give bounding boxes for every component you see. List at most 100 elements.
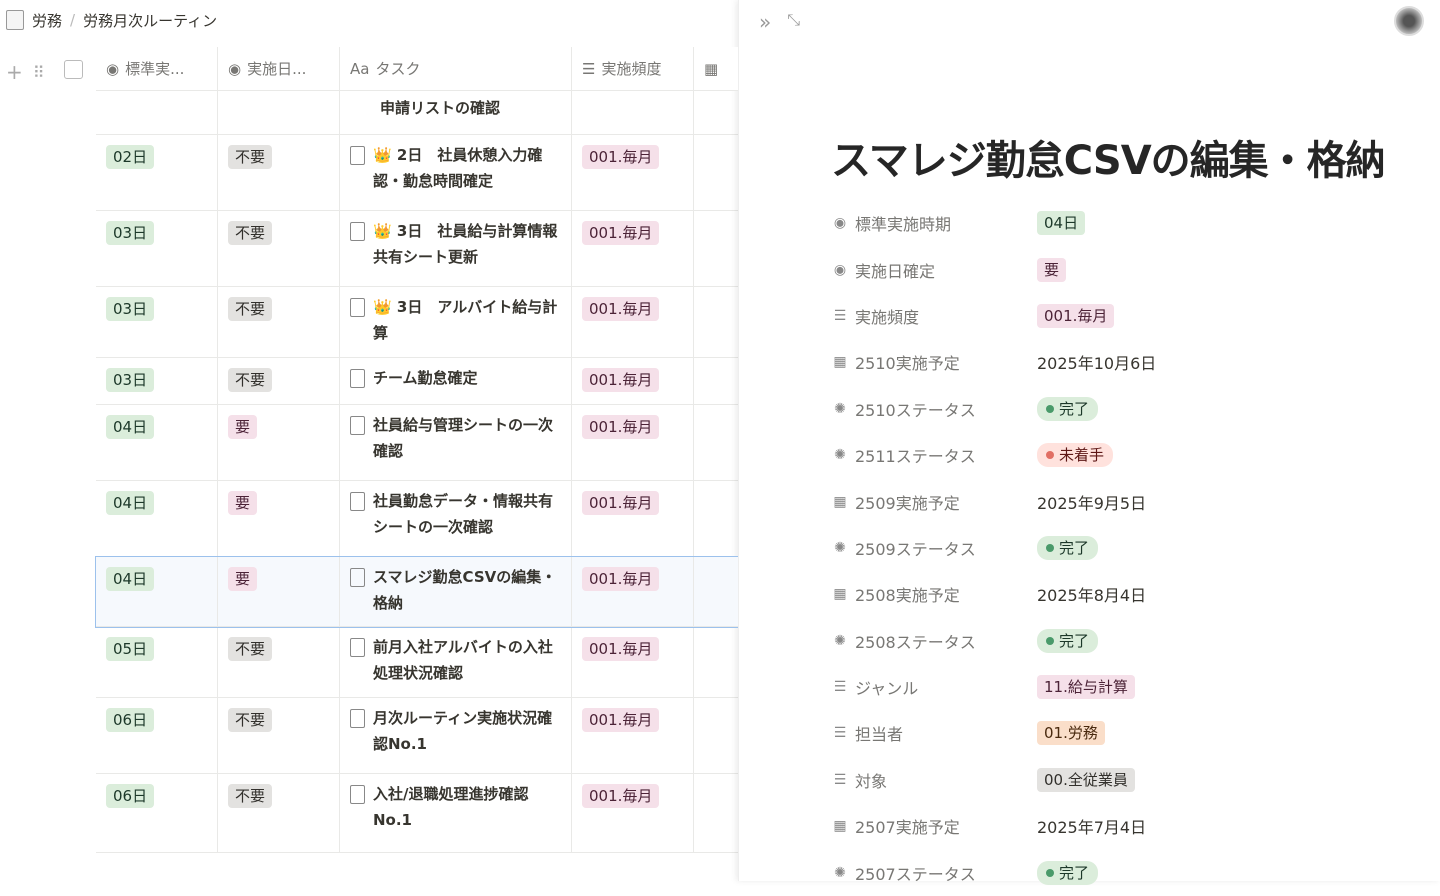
confirm-tag[interactable]: 不要 bbox=[228, 784, 273, 808]
table-row[interactable]: 03日 不要 👑 3日 社員給与計算情報共有シート更新 001.毎月 bbox=[96, 211, 738, 287]
property-value[interactable]: 完了 bbox=[1037, 535, 1099, 560]
status-dot-icon bbox=[1046, 636, 1054, 645]
property-value[interactable]: 2025年8月4日 bbox=[1037, 582, 1146, 606]
table-row[interactable]: 06日 不要 入社/退職処理進捗確認No.1 001.毎月 bbox=[96, 774, 738, 853]
property-label[interactable]: ✺ 2507ステータス bbox=[831, 861, 1037, 885]
breadcrumb-item[interactable]: 労務月次ルーティン bbox=[83, 10, 217, 31]
property-type-icon: ✺ bbox=[834, 447, 846, 464]
column-header[interactable]: ◉ 実施日... bbox=[218, 47, 340, 90]
std-timing-tag[interactable]: 03日 bbox=[106, 368, 155, 392]
task-title[interactable]: チーム勤怠確定 bbox=[373, 365, 478, 394]
frequency-tag[interactable]: 001.毎月 bbox=[582, 491, 660, 515]
property-value[interactable]: 00.全従業員 bbox=[1037, 767, 1135, 792]
std-timing-tag[interactable]: 06日 bbox=[106, 784, 155, 808]
property-label[interactable]: ▦ 2510実施予定 bbox=[831, 350, 1037, 374]
property-value[interactable]: 04日 bbox=[1037, 211, 1086, 236]
add-row-icon[interactable]: + bbox=[6, 60, 23, 84]
table-row[interactable]: 04日 要 社員勤怠データ・情報共有シートの一次確認 001.毎月 bbox=[96, 481, 738, 557]
table-row[interactable]: 申請リストの確認 bbox=[96, 91, 738, 135]
std-timing-tag[interactable]: 03日 bbox=[106, 221, 155, 245]
task-title[interactable]: スマレジ勤怠CSVの編集・格納 bbox=[373, 564, 561, 616]
property-value[interactable]: 2025年9月5日 bbox=[1037, 490, 1146, 514]
std-timing-tag[interactable]: 04日 bbox=[106, 415, 155, 439]
select-all-checkbox[interactable] bbox=[64, 60, 83, 79]
property-label[interactable]: ✺ 2508ステータス bbox=[831, 629, 1037, 653]
avatar[interactable] bbox=[1394, 6, 1424, 36]
page-title[interactable]: スマレジ勤怠CSVの編集・格納 bbox=[831, 128, 1386, 186]
property-value[interactable]: 11.給与計算 bbox=[1037, 675, 1135, 700]
task-title[interactable]: 入社/退職処理進捗確認No.1 bbox=[373, 781, 561, 842]
frequency-tag[interactable]: 001.毎月 bbox=[582, 567, 660, 591]
property-value[interactable]: 2025年7月4日 bbox=[1037, 814, 1146, 838]
property-value[interactable]: 2025年10月6日 bbox=[1037, 350, 1156, 374]
task-title[interactable]: 社員勤怠データ・情報共有シートの一次確認 bbox=[373, 488, 561, 546]
property-value[interactable]: 001.毎月 bbox=[1037, 303, 1115, 328]
property-value[interactable]: 未着手 bbox=[1037, 443, 1114, 468]
std-timing-tag[interactable]: 04日 bbox=[106, 491, 155, 515]
property-label[interactable]: ☰ 対象 bbox=[831, 768, 1037, 792]
property-label[interactable]: ☰ 担当者 bbox=[831, 721, 1037, 745]
table-row[interactable]: 04日 要 社員給与管理シートの一次確認 001.毎月 bbox=[96, 405, 738, 481]
std-timing-tag[interactable]: 02日 bbox=[106, 145, 155, 169]
task-title[interactable]: 申請リストの確認 bbox=[380, 95, 500, 124]
frequency-tag[interactable]: 001.毎月 bbox=[582, 221, 660, 245]
table-row[interactable]: 03日 不要 👑 3日 アルバイト給与計算 001.毎月 bbox=[96, 287, 738, 358]
task-title[interactable]: 社員給与管理シートの一次確認 bbox=[373, 412, 561, 470]
task-title[interactable]: 👑 3日 アルバイト給与計算 bbox=[373, 294, 561, 347]
table-row[interactable]: 05日 不要 前月入社アルバイトの入社処理状況確認 001.毎月 bbox=[96, 627, 738, 698]
table-row[interactable]: 06日 不要 月次ルーティン実施状況確認No.1 001.毎月 bbox=[96, 698, 738, 774]
property-label[interactable]: ▦ 2508実施予定 bbox=[831, 582, 1037, 606]
confirm-tag[interactable]: 不要 bbox=[228, 145, 273, 169]
close-peek-icon[interactable]: » bbox=[759, 10, 771, 34]
confirm-tag[interactable]: 不要 bbox=[228, 221, 273, 245]
frequency-tag[interactable]: 001.毎月 bbox=[582, 708, 660, 732]
confirm-tag[interactable]: 不要 bbox=[228, 708, 273, 732]
table-row[interactable]: 03日 不要 チーム勤怠確定 001.毎月 bbox=[96, 358, 738, 405]
frequency-tag[interactable]: 001.毎月 bbox=[582, 784, 660, 808]
property-label[interactable]: ✺ 2511ステータス bbox=[831, 443, 1037, 467]
property-label[interactable]: ☰ 実施頻度 bbox=[831, 304, 1037, 328]
property-label[interactable]: ▦ 2507実施予定 bbox=[831, 814, 1037, 838]
confirm-tag[interactable]: 不要 bbox=[228, 297, 273, 321]
property-label[interactable]: ◉ 標準実施時期 bbox=[831, 211, 1037, 235]
confirm-tag[interactable]: 要 bbox=[228, 415, 258, 439]
property-value[interactable]: 01.労務 bbox=[1037, 721, 1105, 746]
column-header[interactable]: Aa タスク bbox=[340, 47, 572, 90]
frequency-tag[interactable]: 001.毎月 bbox=[582, 368, 660, 392]
property-label[interactable]: ✺ 2510ステータス bbox=[831, 397, 1037, 421]
property-value[interactable]: 完了 bbox=[1037, 628, 1099, 653]
confirm-tag[interactable]: 不要 bbox=[228, 368, 273, 392]
confirm-tag[interactable]: 不要 bbox=[228, 637, 273, 661]
task-title[interactable]: 👑 2日 社員休憩入力確認・勤怠時間確定 bbox=[373, 142, 561, 200]
frequency-tag[interactable]: 001.毎月 bbox=[582, 297, 660, 321]
property-value[interactable]: 要 bbox=[1037, 257, 1067, 282]
property-type-icon: ☰ bbox=[833, 771, 847, 788]
expand-icon[interactable]: ⤡ bbox=[787, 10, 800, 34]
std-timing-tag[interactable]: 04日 bbox=[106, 567, 155, 591]
column-header[interactable]: ◉ 標準実... bbox=[96, 47, 218, 90]
property-label[interactable]: ✺ 2509ステータス bbox=[831, 536, 1037, 560]
std-timing-tag[interactable]: 06日 bbox=[106, 708, 155, 732]
property-type-icon: ◉ bbox=[833, 261, 847, 278]
task-title[interactable]: 👑 3日 社員給与計算情報共有シート更新 bbox=[373, 218, 561, 276]
table-row[interactable]: 04日 要 スマレジ勤怠CSVの編集・格納 001.毎月 bbox=[95, 556, 738, 628]
confirm-tag[interactable]: 要 bbox=[228, 567, 258, 591]
std-timing-tag[interactable]: 03日 bbox=[106, 297, 155, 321]
property-value[interactable]: 完了 bbox=[1037, 860, 1099, 885]
frequency-tag[interactable]: 001.毎月 bbox=[582, 145, 660, 169]
breadcrumb-item[interactable]: 労務 bbox=[32, 10, 62, 31]
task-title[interactable]: 月次ルーティン実施状況確認No.1 bbox=[373, 705, 561, 763]
property-label[interactable]: ☰ ジャンル bbox=[831, 675, 1037, 699]
column-header[interactable]: ▦ bbox=[694, 47, 738, 90]
table-row[interactable]: 02日 不要 👑 2日 社員休憩入力確認・勤怠時間確定 001.毎月 bbox=[96, 135, 738, 211]
property-value[interactable]: 完了 bbox=[1037, 396, 1099, 421]
frequency-tag[interactable]: 001.毎月 bbox=[582, 415, 660, 439]
frequency-tag[interactable]: 001.毎月 bbox=[582, 637, 660, 661]
property-label[interactable]: ◉ 実施日確定 bbox=[831, 258, 1037, 282]
drag-handle-icon[interactable]: ⠿ bbox=[33, 63, 45, 82]
column-header[interactable]: ☰ 実施頻度 bbox=[572, 47, 694, 90]
task-title[interactable]: 前月入社アルバイトの入社処理状況確認 bbox=[373, 634, 561, 687]
property-label[interactable]: ▦ 2509実施予定 bbox=[831, 490, 1037, 514]
confirm-tag[interactable]: 要 bbox=[228, 491, 258, 515]
std-timing-tag[interactable]: 05日 bbox=[106, 637, 155, 661]
